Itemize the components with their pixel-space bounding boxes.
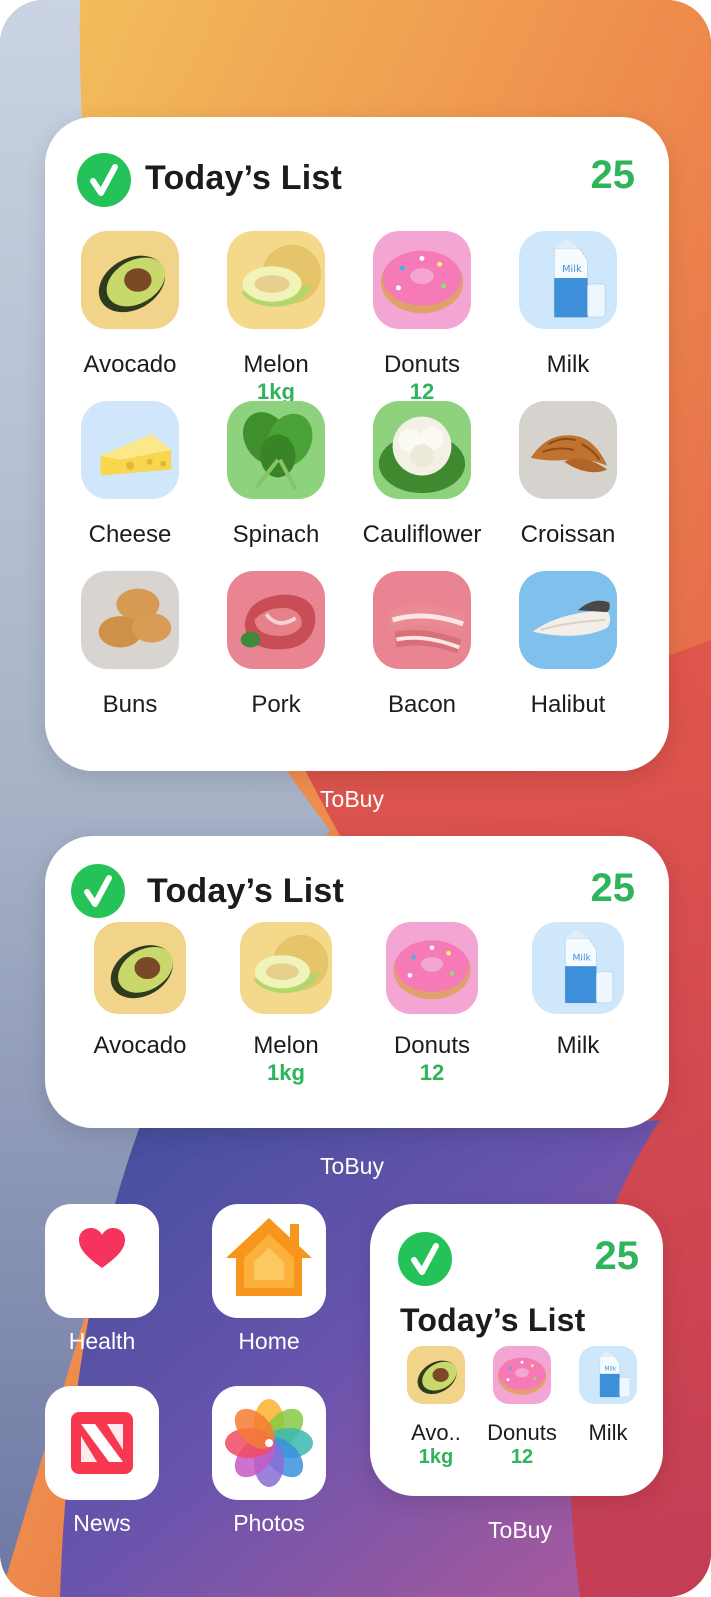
app-label: Photos [233, 1510, 305, 1536]
list-item[interactable]: Avo.. 1kg [388, 1346, 484, 1476]
item-label: Milk [546, 351, 590, 378]
avocado-icon [81, 231, 179, 329]
melon-icon [240, 922, 332, 1014]
milk-icon: Milk [579, 1346, 637, 1404]
spinach-icon [227, 401, 325, 499]
list-item[interactable]: Donuts 12 [474, 1346, 570, 1476]
checkmark-icon [71, 864, 125, 918]
svg-text:Milk: Milk [572, 953, 591, 964]
item-label: Cauliflower [362, 521, 482, 548]
photos-flower-icon[interactable] [212, 1386, 326, 1500]
widget-title: Today’s List [400, 1302, 586, 1338]
tobuy-medium-widget[interactable]: Today’s List 25 Avocado Melon 1kg Donuts 12 M… [45, 836, 669, 1128]
item-label: Buns [102, 691, 158, 718]
list-item[interactable]: Milk Milk [560, 1346, 656, 1476]
list-item[interactable]: Avocado [65, 922, 215, 1092]
list-item[interactable]: Donuts 12 [347, 231, 497, 404]
donut-icon [493, 1346, 551, 1404]
svg-text:Milk: Milk [562, 264, 582, 275]
item-quantity: 12 [510, 1446, 534, 1468]
item-count: 25 [590, 153, 636, 197]
list-item[interactable]: Donuts 12 [357, 922, 507, 1092]
item-label: Halibut [530, 691, 606, 718]
item-label: Avocado [83, 351, 177, 378]
item-label: Croissan [520, 521, 616, 548]
bacon-icon [373, 571, 471, 669]
list-item[interactable]: Milk Milk [493, 231, 643, 391]
cauliflower-icon [373, 401, 471, 499]
list-item[interactable]: Croissan [493, 401, 643, 561]
list-item[interactable]: Avocado [55, 231, 205, 391]
widget-caption: ToBuy [320, 1153, 384, 1179]
croissant-icon [519, 401, 617, 499]
item-quantity: 1kg [267, 1060, 305, 1085]
list-item[interactable]: Melon 1kg [201, 231, 351, 404]
house-icon[interactable] [212, 1204, 326, 1318]
cheese-icon [81, 401, 179, 499]
item-count: 25 [594, 1234, 640, 1278]
list-item[interactable]: Pork [201, 571, 351, 731]
halibut-icon [519, 571, 617, 669]
item-label: Melon [253, 1032, 319, 1059]
list-item[interactable]: Cheese [55, 401, 205, 561]
tobuy-large-widget[interactable]: Today’s List 25 Avocado Melon 1kg Donuts 12 M… [45, 117, 669, 771]
list-item[interactable]: Spinach [201, 401, 351, 561]
list-item[interactable]: Cauliflower [347, 401, 497, 561]
svg-text:Milk: Milk [605, 1366, 617, 1372]
item-label: Pork [251, 691, 301, 718]
item-label: Cheese [88, 521, 172, 548]
home-screen: Today’s List 25 Avocado Melon 1kg Donuts 12 M… [0, 0, 711, 1597]
list-item[interactable]: Bacon [347, 571, 497, 731]
heart-icon[interactable] [45, 1204, 159, 1318]
list-item[interactable]: Buns [55, 571, 205, 731]
donut-icon [373, 231, 471, 329]
item-label: Donuts [393, 1032, 471, 1059]
item-quantity: 12 [419, 1060, 445, 1085]
donut-icon [386, 922, 478, 1014]
app-label: Home [238, 1328, 300, 1354]
news-icon[interactable] [45, 1386, 159, 1500]
item-label: Spinach [232, 521, 320, 548]
item-label: Bacon [387, 691, 457, 718]
avocado-icon [407, 1346, 465, 1404]
item-label: Milk [556, 1032, 600, 1059]
widget-caption: ToBuy [320, 786, 384, 812]
item-count: 25 [590, 866, 636, 910]
widget-title: Today’s List [145, 159, 342, 197]
checkmark-icon [77, 153, 131, 207]
list-item[interactable]: Milk Milk [503, 922, 653, 1092]
checkmark-icon [398, 1232, 452, 1286]
milk-icon: Milk [519, 231, 617, 329]
app-label: Health [68, 1328, 136, 1354]
pork-icon [227, 571, 325, 669]
widget-title: Today’s List [147, 872, 344, 910]
item-label: Donuts [383, 351, 461, 378]
list-item[interactable]: Halibut [493, 571, 643, 731]
melon-icon [227, 231, 325, 329]
item-label: Melon [243, 351, 309, 378]
buns-icon [81, 571, 179, 669]
widget-caption: ToBuy [488, 1517, 552, 1543]
item-label: Donuts [487, 1420, 557, 1445]
item-label: Milk [588, 1420, 628, 1445]
item-label: Avocado [93, 1032, 187, 1059]
tobuy-small-widget[interactable]: 25 Today’s List Avo.. 1kg Donuts 12 Milk Milk [370, 1204, 663, 1496]
item-quantity: 1kg [418, 1446, 454, 1468]
list-item[interactable]: Melon 1kg [211, 922, 361, 1092]
milk-icon: Milk [532, 922, 624, 1014]
app-label: News [73, 1510, 131, 1536]
avocado-icon [94, 922, 186, 1014]
item-label: Avo.. [411, 1420, 461, 1445]
